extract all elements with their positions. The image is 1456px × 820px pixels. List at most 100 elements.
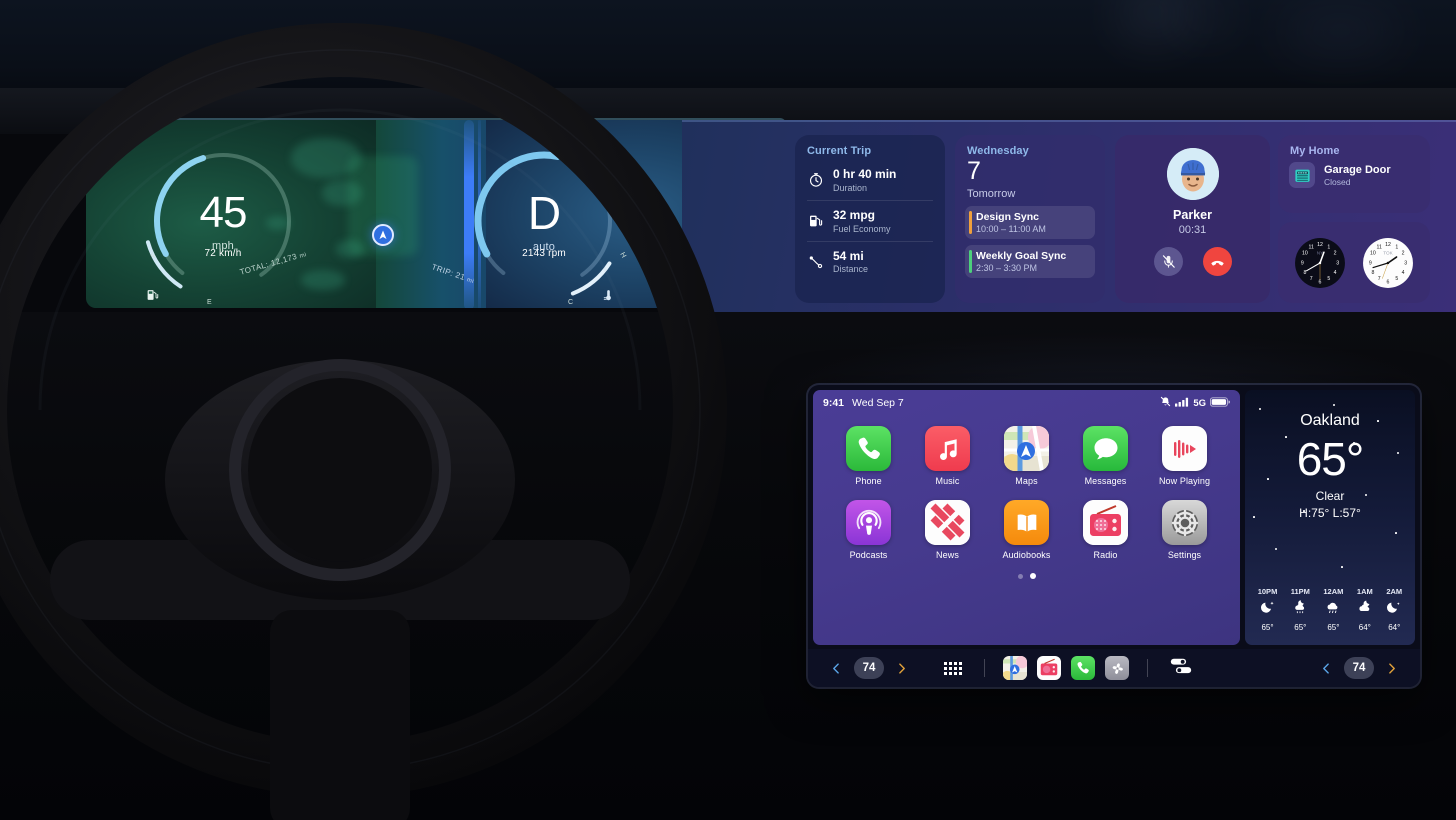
dock-phone-icon[interactable] [1071,656,1095,680]
mute-button[interactable] [1153,247,1183,276]
network-type-label: 5G [1193,397,1206,409]
weather-city: Oakland [1300,412,1360,429]
podcasts-icon [846,500,891,545]
weather-temperature: 65° [1296,433,1365,485]
rpm-readout: 2143 rpm [522,248,566,259]
app-audiobooks[interactable]: Audiobooks [987,500,1066,560]
svg-text:9: 9 [1301,260,1304,266]
sliders-icon[interactable] [1170,657,1192,680]
event-name: Weekly Goal Sync [976,250,1067,263]
speed-readout: 45 mph [143,141,303,301]
speedometer-gauge: 45 mph 72 km/h [143,141,303,301]
moon-stars-icon [1260,599,1276,620]
app-label: News [936,550,959,560]
right-temperature-value[interactable]: 74 [1344,657,1374,679]
forecast-temp: 65° [1327,623,1340,632]
call-duration: 00:31 [1178,224,1207,236]
app-label: Now Playing [1158,476,1211,486]
svg-text:9: 9 [1369,260,1372,266]
app-now-playing[interactable]: Now Playing [1145,426,1224,486]
calendar-event[interactable]: Weekly Goal Sync 2:30 – 3:30 PM [965,245,1095,279]
temp-increase-left-button[interactable] [895,662,908,675]
carplay-home-screen: 9:41 Wed Sep 7 5G Phone Music Maps Messa… [813,390,1240,645]
page-dot-1[interactable] [1017,573,1023,579]
speed-value: 45 [199,187,248,237]
svg-text:3: 3 [1404,260,1407,266]
now-playing-icon [1162,426,1207,471]
temp-decrease-right-button[interactable] [1320,662,1333,675]
fuel-pump-icon [807,213,824,230]
svg-text:6: 6 [1387,279,1390,285]
current-trip-widget[interactable]: Current Trip 0 hr 40 min Duration 32 mpg… [795,135,945,303]
forecast-hour: 12AM 65° [1323,587,1343,632]
svg-text:2: 2 [1334,250,1337,256]
ambient-light-1 [1130,2,1178,24]
forecast-temp: 65° [1261,623,1274,632]
weather-panel[interactable]: Oakland 65° Clear H:75° L:57° 10PM 65° 1… [1245,390,1415,645]
svg-text:5: 5 [1395,276,1398,282]
ambient-light-2 [1190,6,1220,22]
temp-increase-right-button[interactable] [1385,662,1398,675]
app-news[interactable]: News [908,500,987,560]
home-widget-title: My Home [1290,145,1340,157]
svg-text:10: 10 [1370,250,1376,256]
forecast-hour: 1AM 64° [1357,587,1373,632]
maps-icon [1004,426,1049,471]
calendar-event-list: Design Sync 10:00 – 11:00 AM Weekly Goal… [955,200,1105,279]
home-widget[interactable]: My Home Garage Door Closed [1278,135,1430,213]
forecast-time: 11PM [1290,587,1310,596]
app-label: Maps [1015,476,1038,486]
radio-icon [1083,500,1128,545]
svg-text:10: 10 [1302,250,1308,256]
dock-divider-right [1147,659,1148,677]
gear-readout: D auto [464,141,624,301]
music-note-icon [925,426,970,471]
app-label: Radio [1093,550,1118,560]
active-call-widget[interactable]: Parker 00:31 [1115,135,1270,303]
garage-door-icon[interactable] [1289,162,1315,188]
world-clock-widget[interactable]: NY 12 1 2 345 678 9 10 11 TOK 12 1 2 345 6 [1278,222,1430,303]
carplay-dock: 74 74 [808,649,1420,687]
app-grid-icon[interactable] [944,661,962,675]
clock-face-tok: TOK 12 12 345 678 91011 [1363,237,1413,288]
dock-fan-icon[interactable] [1105,656,1129,680]
ambient-light-3 [1280,18,1400,44]
page-indicator[interactable] [813,573,1240,579]
dock-radio-icon[interactable] [1037,656,1061,680]
temp-decrease-left-button[interactable] [830,662,843,675]
trip-stat-value: 54 mi [833,248,864,263]
app-messages[interactable]: Messages [1066,426,1145,486]
calendar-day-number: 7 [967,157,981,185]
app-maps[interactable]: Maps [987,426,1066,486]
forecast-time: 1AM [1356,587,1373,596]
hourly-forecast: 10PM 65° 11PM 65° 12AM 65° 1AM 64° 2AM 6… [1245,587,1415,632]
forecast-time: 10PM [1257,587,1278,596]
weather-high-low: H:75° L:57° [1299,506,1361,520]
gear-rpm-gauge: D auto 2143 rpm [464,141,624,301]
dock-maps-icon[interactable] [1003,656,1027,680]
app-podcasts[interactable]: Podcasts [829,500,908,560]
calendar-event[interactable]: Design Sync 10:00 – 11:00 AM [965,206,1095,240]
app-settings[interactable]: Settings [1145,500,1224,560]
forecast-hour: 10PM 65° [1258,587,1278,632]
left-temperature-value[interactable]: 74 [854,657,884,679]
app-music[interactable]: Music [908,426,987,486]
calendar-widget[interactable]: Wednesday 7 Tomorrow Design Sync 10:00 –… [955,135,1105,303]
right-temperature-control: 74 [1320,657,1398,679]
app-phone[interactable]: Phone [829,426,908,486]
svg-text:6: 6 [1319,279,1322,285]
app-radio[interactable]: Radio [1066,500,1145,560]
moon-star-icon [1386,599,1402,620]
app-label: Podcasts [849,550,888,560]
event-name: Design Sync [976,211,1040,224]
app-label: Messages [1084,476,1127,486]
trip-stat-label: Distance [833,264,869,275]
svg-text:1: 1 [1395,244,1398,250]
forecast-temp: 64° [1358,623,1371,632]
battery-icon [1210,394,1230,412]
avatar [1166,148,1219,200]
trip-stat-label: Fuel Economy [833,223,891,234]
end-call-button[interactable] [1202,247,1232,276]
page-dot-2[interactable] [1029,573,1036,579]
app-label: Audiobooks [1002,550,1051,560]
